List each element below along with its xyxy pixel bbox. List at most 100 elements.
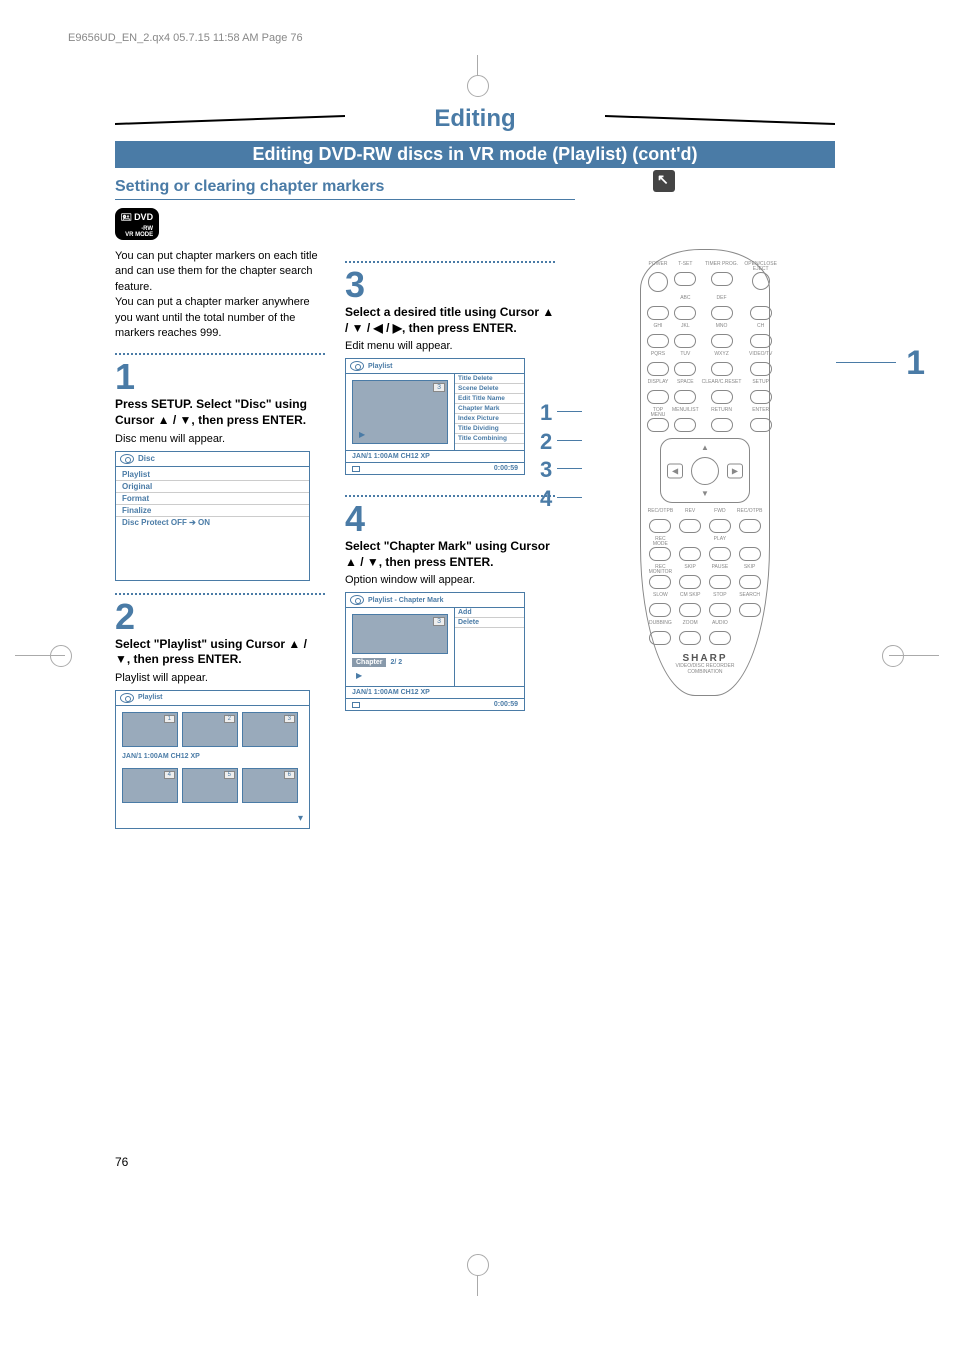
edit-thumb: 3 ▶ — [352, 380, 448, 444]
remote-label: CM SKIP — [680, 593, 701, 599]
skip-fwd-button[interactable] — [739, 575, 761, 589]
thumb-num: 1 — [164, 715, 175, 723]
chapter-footer-label: JAN/1 1:00AM CH12 XP — [346, 686, 524, 698]
step-2-number: 2 — [115, 599, 325, 635]
setup-button[interactable] — [750, 390, 772, 404]
remote-label: PQRS — [651, 352, 665, 358]
disc-menu-title: Disc — [138, 452, 155, 465]
fwd-button[interactable] — [709, 519, 731, 533]
remote-label: DEF — [717, 296, 727, 302]
rev-button[interactable] — [679, 519, 701, 533]
chapter-menu-title: Playlist - Chapter Mark — [368, 595, 443, 606]
dpad-down-icon: ▼ — [701, 489, 709, 498]
rec-button[interactable] — [649, 519, 671, 533]
prev-button[interactable] — [679, 547, 701, 561]
ch-up-button[interactable] — [750, 306, 772, 320]
edit-menu-screenshot: Playlist 3 ▶ Title Delete Scene Delete E… — [345, 358, 525, 475]
slow-button[interactable] — [649, 603, 671, 617]
callout-3: 3 — [540, 456, 552, 485]
stop-button[interactable] — [709, 603, 731, 617]
num-2-button[interactable] — [674, 306, 696, 320]
enter-button[interactable] — [750, 418, 772, 432]
step-3-title: Select a desired title using Cursor ▲ / … — [345, 305, 555, 336]
cmskip-button[interactable] — [679, 603, 701, 617]
ch-down-button[interactable] — [750, 334, 772, 348]
remote-label: ZOOM — [683, 621, 698, 627]
num-9-button[interactable] — [711, 362, 733, 376]
topmenu-button[interactable] — [647, 418, 669, 432]
chapter-title: Editing — [419, 105, 530, 133]
remote-label: GHI — [654, 324, 663, 330]
remote-label: FWD — [714, 509, 725, 515]
dubbing-button[interactable] — [649, 631, 671, 645]
num-3-button[interactable] — [711, 306, 733, 320]
next-button[interactable] — [739, 547, 761, 561]
remote-label: JKL — [681, 324, 690, 330]
dpad-left-icon: ◀ — [667, 463, 683, 478]
menulist-button[interactable] — [674, 418, 696, 432]
dvd-rw-badge: 🖭 DVD-RWVR MODE — [115, 208, 159, 240]
badge-sub2: VR MODE — [121, 232, 153, 238]
callouts-left: 1 2 3 4 — [540, 399, 552, 513]
num-5-button[interactable] — [674, 334, 696, 348]
num-8-button[interactable] — [674, 362, 696, 376]
eject-button[interactable] — [752, 272, 770, 290]
crop-mark-top — [457, 55, 497, 95]
recmon-button[interactable] — [649, 575, 671, 589]
playlist-thumb: 6 — [242, 768, 298, 803]
skip-back-button[interactable] — [679, 575, 701, 589]
brand-sub: VIDEO/DISC RECORDER COMBINATION — [647, 664, 763, 675]
remote-label: REC/OTPB — [648, 509, 674, 515]
tset-button[interactable] — [674, 272, 696, 286]
step-3-number: 3 — [345, 267, 555, 303]
remote-label: MNO — [716, 324, 728, 330]
remote-label: REC MODE — [647, 537, 674, 543]
clear-button[interactable] — [711, 390, 733, 404]
remote-label: DUBBING — [649, 621, 672, 627]
remote-label: CH — [757, 324, 764, 330]
video-tv-button[interactable] — [750, 362, 772, 376]
cursor-icon — [653, 170, 675, 192]
remote-label: REC MONITOR — [647, 565, 674, 571]
thumb-num: 4 — [164, 771, 175, 779]
zoom-button[interactable] — [679, 631, 701, 645]
disc-icon — [350, 595, 364, 605]
edit-option: Edit Title Name — [455, 394, 524, 404]
remote-label: SLOW — [653, 593, 668, 599]
thumb-num: 3 — [284, 715, 295, 723]
recmode-button[interactable] — [649, 547, 671, 561]
edit-option: Index Picture — [455, 414, 524, 424]
remote-label: REV — [685, 509, 695, 515]
disc-menu-item: Finalize — [116, 505, 309, 517]
step-4-number: 4 — [345, 501, 555, 537]
play-button[interactable] — [709, 547, 731, 561]
display-button[interactable] — [647, 390, 669, 404]
time-value: 0:00:59 — [494, 465, 518, 472]
remote-label: STOP — [713, 593, 727, 599]
num-7-button[interactable] — [647, 362, 669, 376]
return-button[interactable] — [711, 418, 733, 432]
step-divider — [345, 261, 555, 263]
search-button[interactable] — [739, 603, 761, 617]
edit-option: Scene Delete — [455, 384, 524, 394]
remote-label: REC/OTPB — [737, 509, 763, 515]
num-0-button[interactable] — [674, 390, 696, 404]
num-6-button[interactable] — [711, 334, 733, 348]
num-4-button[interactable] — [647, 334, 669, 348]
rec2-button[interactable] — [739, 519, 761, 533]
remote-label: TOP MENU — [647, 408, 669, 414]
playlist-screenshot: Playlist 1 2 3 JAN/1 1:00AM CH12 XP 4 5 … — [115, 690, 310, 829]
play-icon: ▶ — [352, 671, 448, 680]
num-1-button[interactable] — [647, 306, 669, 320]
badge-main: DVD — [134, 212, 153, 222]
remote-label: ABC — [680, 296, 690, 302]
remote-label: SETUP — [752, 380, 769, 386]
timer-button[interactable] — [711, 272, 733, 286]
callout-1: 1 — [540, 399, 552, 428]
remote-label: AUDIO — [712, 621, 728, 627]
audio-button[interactable] — [709, 631, 731, 645]
dpad[interactable]: ▲ ▼ ◀ ▶ — [660, 438, 750, 503]
pause-button[interactable] — [709, 575, 731, 589]
power-button[interactable] — [648, 272, 668, 292]
playlist-thumb: 4 — [122, 768, 178, 803]
